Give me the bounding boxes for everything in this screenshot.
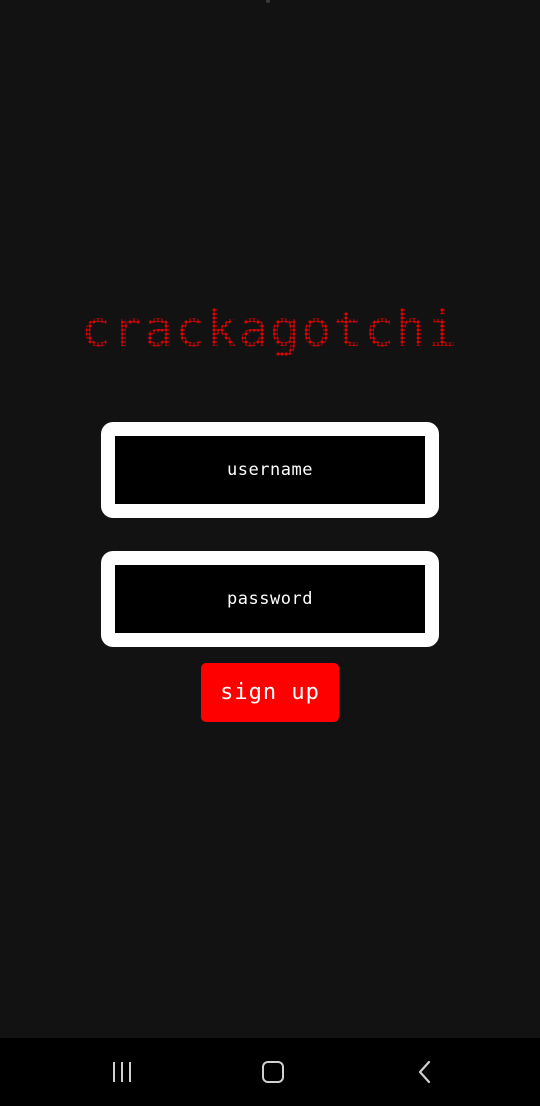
app-title: crackagotchi (0, 300, 540, 360)
password-input[interactable] (115, 565, 425, 633)
back-icon (418, 1060, 431, 1084)
system-navigation-bar (0, 1038, 540, 1106)
password-field-container (115, 565, 425, 633)
username-field-container (115, 436, 425, 504)
username-field-frame (101, 422, 439, 518)
recents-icon (113, 1062, 131, 1082)
back-button[interactable] (395, 1052, 455, 1092)
password-field-frame (101, 551, 439, 647)
recents-button[interactable] (92, 1052, 152, 1092)
status-bar-notch (266, 0, 270, 3)
username-input[interactable] (115, 436, 425, 504)
sign-up-button[interactable]: sign up (201, 663, 339, 722)
home-icon (262, 1061, 284, 1083)
home-button[interactable] (243, 1052, 303, 1092)
